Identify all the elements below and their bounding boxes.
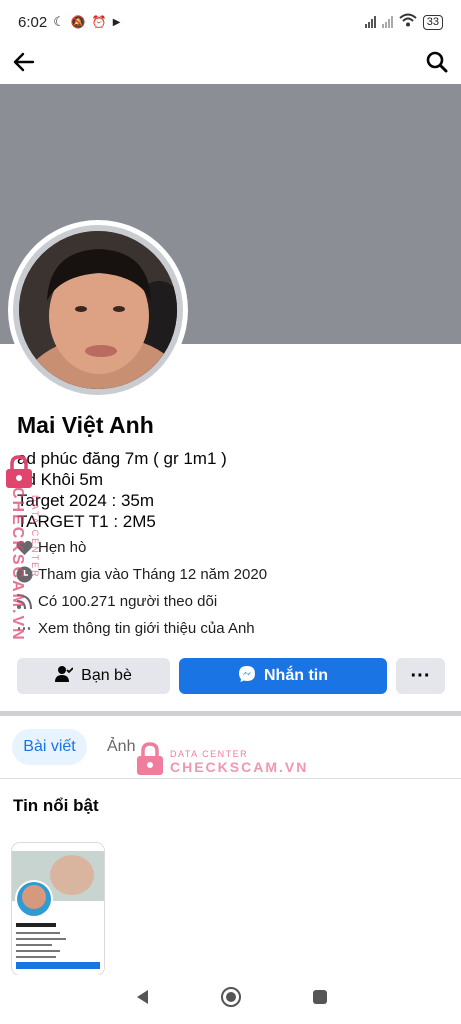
nav-back-icon[interactable] <box>134 988 150 1011</box>
back-arrow-icon[interactable] <box>12 50 36 79</box>
mute-icon: 🔕 <box>70 15 86 29</box>
play-icon: ▶ <box>112 16 121 28</box>
section-divider <box>0 711 461 716</box>
top-nav <box>0 44 461 84</box>
relationship-text: Hẹn hò <box>38 539 87 556</box>
status-time: 6:02 <box>18 13 48 31</box>
featured-title: Tin nổi bật <box>13 796 99 815</box>
followers-text: Có 100.271 người theo dõi <box>38 593 218 610</box>
search-icon[interactable] <box>425 50 449 79</box>
story-thumbnail <box>12 843 104 975</box>
featured-story-card[interactable] <box>12 843 104 975</box>
alarm-icon: ⏰ <box>91 15 107 29</box>
nav-home-icon[interactable] <box>220 986 242 1013</box>
battery-indicator: 33 <box>422 14 443 30</box>
status-bar: 6:02 ☾ 🔕 ⏰ ▶ 33 <box>0 0 461 44</box>
signal-icon <box>364 16 376 28</box>
nav-recents-icon[interactable] <box>312 989 328 1010</box>
profile-avatar[interactable] <box>8 220 188 400</box>
system-navbar <box>0 975 461 1024</box>
about-link[interactable]: Xem thông tin giới thiệu của Anh <box>38 620 255 637</box>
messenger-icon <box>238 665 256 688</box>
message-button[interactable]: Nhắn tin <box>179 658 387 694</box>
watermark-side: CHECKSCAM.VN DATA CENTER <box>4 455 44 655</box>
message-label: Nhắn tin <box>264 667 328 684</box>
more-button[interactable]: ··· <box>396 658 445 694</box>
friends-button[interactable]: Bạn bè <box>17 658 170 694</box>
wifi-icon <box>399 13 417 31</box>
friends-label: Bạn bè <box>81 667 132 684</box>
tab-photos[interactable]: Ảnh <box>107 738 135 756</box>
signal-2-icon <box>381 16 393 28</box>
more-icon: ··· <box>410 665 431 687</box>
profile-bio: ad phúc đăng 7m ( gr 1m1 ) ad Khôi 5m Ta… <box>17 448 227 532</box>
watermark-side-big: CHECKSCAM.VN <box>9 487 26 642</box>
moon-icon: ☾ <box>53 14 65 29</box>
watermark-center-big: CHECKSCAM.VN <box>170 758 309 775</box>
add-friend-icon <box>55 665 74 688</box>
tab-posts[interactable]: Bài viết <box>12 729 87 765</box>
watermark-side-small: DATA CENTER <box>30 495 40 579</box>
joined-text: Tham gia vào Tháng 12 năm 2020 <box>38 566 268 583</box>
info-followers: Có 100.271 người theo dõi <box>14 593 217 610</box>
lock-icon <box>136 742 164 781</box>
watermark-center-small: DATA CENTER <box>170 748 249 759</box>
bio-line: Target 2024 : 35m <box>17 491 155 510</box>
watermark-center: DATA CENTER CHECKSCAM.VN <box>136 742 308 781</box>
bio-line: ad phúc đăng 7m ( gr 1m1 ) <box>17 449 227 468</box>
bio-line: ad Khôi 5m <box>17 470 103 489</box>
bio-line: TARGET T1 : 2M5 <box>17 512 156 531</box>
profile-name: Mai Việt Anh <box>17 412 154 438</box>
info-joined: Tham gia vào Tháng 12 năm 2020 <box>14 566 267 583</box>
info-about[interactable]: ⋯ Xem thông tin giới thiệu của Anh <box>14 619 255 638</box>
avatar <box>19 231 177 389</box>
